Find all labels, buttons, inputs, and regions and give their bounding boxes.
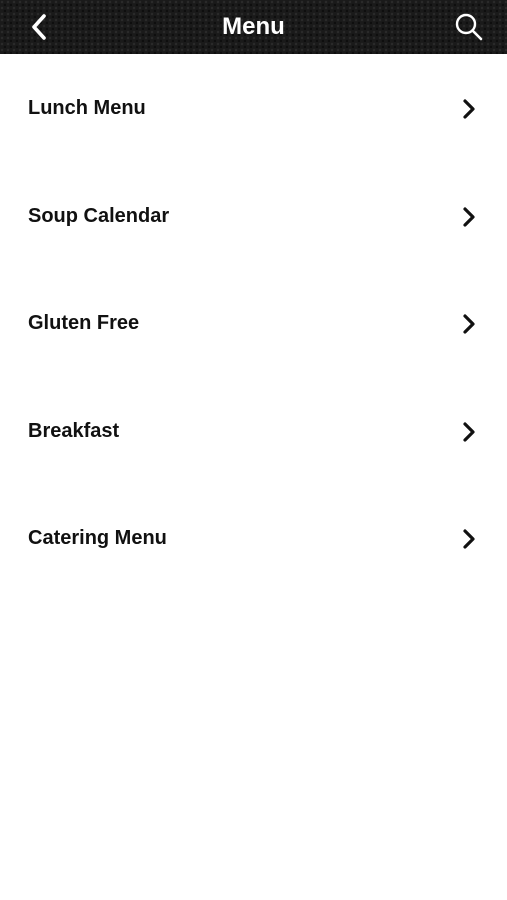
chevron-right-icon bbox=[460, 206, 478, 228]
search-button[interactable] bbox=[451, 9, 487, 45]
back-button[interactable] bbox=[22, 10, 56, 44]
chevron-right-icon bbox=[460, 313, 478, 335]
list-item-breakfast[interactable]: Breakfast bbox=[0, 377, 507, 485]
list-item-catering-menu[interactable]: Catering Menu bbox=[0, 484, 507, 592]
list-item-label: Gluten Free bbox=[28, 312, 140, 335]
chevron-right-icon bbox=[460, 98, 478, 120]
list-item-label: Catering Menu bbox=[28, 527, 167, 550]
menu-list: Lunch Menu Soup Calendar Gluten Free Bre… bbox=[0, 54, 507, 592]
list-item-soup-calendar[interactable]: Soup Calendar bbox=[0, 162, 507, 270]
list-item-gluten-free[interactable]: Gluten Free bbox=[0, 269, 507, 377]
chevron-right-icon bbox=[460, 421, 478, 443]
page-title: Menu bbox=[222, 13, 285, 40]
list-item-label: Lunch Menu bbox=[28, 97, 146, 119]
list-item-label: Breakfast bbox=[28, 419, 120, 442]
chevron-left-icon bbox=[32, 14, 46, 40]
chevron-right-icon bbox=[460, 528, 478, 550]
list-item-lunch-menu[interactable]: Lunch Menu bbox=[0, 54, 507, 162]
list-item-label: Soup Calendar bbox=[28, 204, 170, 227]
navigation-bar: Menu bbox=[0, 0, 507, 54]
search-icon bbox=[455, 13, 483, 41]
